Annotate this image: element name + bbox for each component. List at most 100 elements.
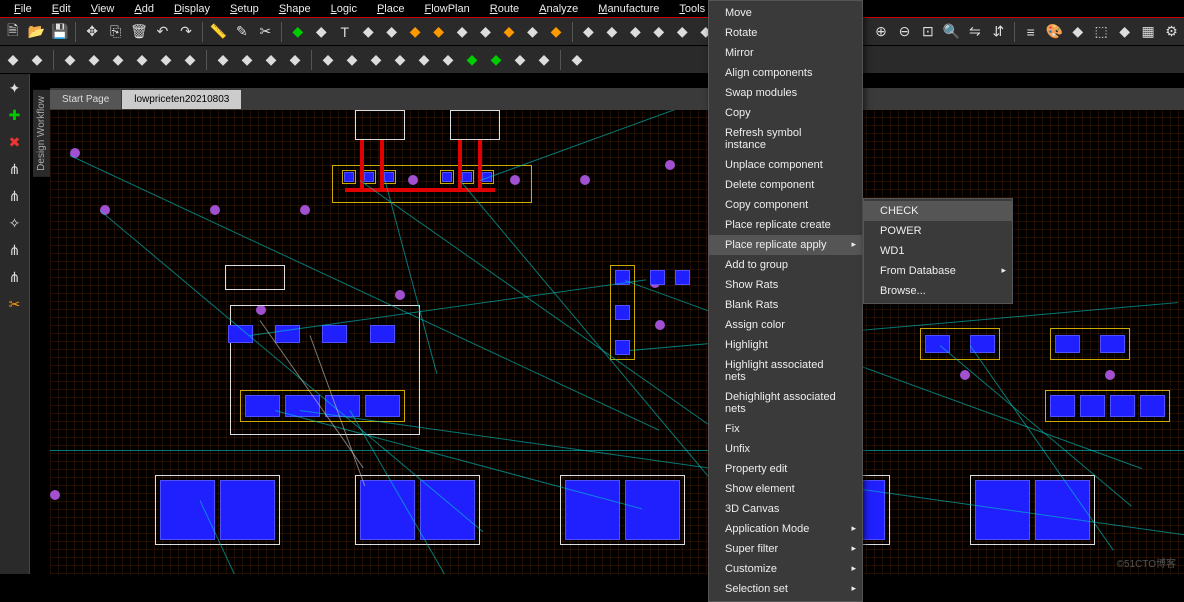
ctx-place-replicate-apply[interactable]: Place replicate apply <box>709 235 862 255</box>
chip-icon[interactable]: ◆ <box>404 21 425 43</box>
3d-icon[interactable]: ⬚ <box>1090 21 1111 43</box>
tab-design[interactable]: lowpriceten20210803 <box>122 90 241 109</box>
menu-setup[interactable]: Setup <box>220 1 269 17</box>
ctx-sub-power[interactable]: POWER <box>864 221 1012 241</box>
redo-icon[interactable]: ↷ <box>175 21 196 43</box>
menu-add[interactable]: Add <box>124 1 164 17</box>
ctx-rotate[interactable]: Rotate <box>709 23 862 43</box>
ctx-customize[interactable]: Customize <box>709 559 862 579</box>
add-via-icon[interactable]: ◆ <box>461 49 483 71</box>
zoom-in-icon[interactable]: ⊕ <box>870 21 891 43</box>
menu-flowplan[interactable]: FlowPlan <box>414 1 479 17</box>
settings-icon[interactable]: ⚙ <box>1161 21 1182 43</box>
flip-h-icon[interactable]: ⇋ <box>964 21 985 43</box>
folder-open-icon[interactable]: 📂 <box>25 21 46 43</box>
bus-icon[interactable]: ◆ <box>648 21 669 43</box>
ctx-sub-wd1[interactable]: WD1 <box>864 241 1012 261</box>
wf-step2-icon[interactable]: ⋔ <box>1 156 29 182</box>
move-icon[interactable]: ✥ <box>81 21 102 43</box>
report-icon[interactable]: ◆ <box>1114 21 1135 43</box>
menu-file[interactable]: File <box>4 1 42 17</box>
w3-icon[interactable]: ◆ <box>437 49 459 71</box>
measure-icon[interactable]: ◆ <box>83 49 105 71</box>
ctx-sub-from-database[interactable]: From Database <box>864 261 1012 281</box>
ctx-show-rats[interactable]: Show Rats <box>709 275 862 295</box>
wf-cross-icon[interactable]: ✖ <box>1 129 29 155</box>
menu-shape[interactable]: Shape <box>269 1 321 17</box>
add-via2-icon[interactable]: ◆ <box>485 49 507 71</box>
ctx-delete-component[interactable]: Delete component <box>709 175 862 195</box>
via-icon[interactable]: ◆ <box>498 21 519 43</box>
conn-icon[interactable]: ◆ <box>26 49 48 71</box>
fanout-icon[interactable]: ◆ <box>601 21 622 43</box>
ctx-property-edit[interactable]: Property edit <box>709 459 862 479</box>
spread-icon[interactable]: ◆ <box>317 49 339 71</box>
chip2-icon[interactable]: ◆ <box>428 21 449 43</box>
cut-icon[interactable]: ✂ <box>255 21 276 43</box>
palette-icon[interactable]: 🎨 <box>1044 21 1065 43</box>
probe-icon[interactable]: ◆ <box>212 49 234 71</box>
gear-icon[interactable]: ◆ <box>545 21 566 43</box>
tie-icon[interactable]: ◆ <box>260 49 282 71</box>
ctx-copy-component[interactable]: Copy component <box>709 195 862 215</box>
swap-icon[interactable]: ◆ <box>284 49 306 71</box>
zoom-out-icon[interactable]: ⊖ <box>894 21 915 43</box>
wf-add-icon[interactable]: ✚ <box>1 102 29 128</box>
ctx-unfix[interactable]: Unfix <box>709 439 862 459</box>
table-icon[interactable]: ◆ <box>155 49 177 71</box>
wf-step5-icon[interactable]: ⋔ <box>1 264 29 290</box>
ruler-icon[interactable]: 📏 <box>208 21 229 43</box>
ctx-copy[interactable]: Copy <box>709 103 862 123</box>
ctx-highlight-associated-nets[interactable]: Highlight associated nets <box>709 355 862 387</box>
ctx-fix[interactable]: Fix <box>709 419 862 439</box>
ctx-add-to-group[interactable]: Add to group <box>709 255 862 275</box>
grid2-icon[interactable]: ◆ <box>179 49 201 71</box>
ctx-show-element[interactable]: Show element <box>709 479 862 499</box>
ctx-refresh-symbol-instance[interactable]: Refresh symbol instance <box>709 123 862 155</box>
netclass-icon[interactable]: ◆ <box>533 49 555 71</box>
ctx-mirror[interactable]: Mirror <box>709 43 862 63</box>
copy-icon[interactable]: ⎘ <box>105 21 126 43</box>
zoom-fit-icon[interactable]: ⊡ <box>917 21 938 43</box>
text-icon[interactable]: T <box>334 21 355 43</box>
wf-step3-icon[interactable]: ⋔ <box>1 183 29 209</box>
tune2-icon[interactable]: ◆ <box>365 49 387 71</box>
seg-icon[interactable]: ◆ <box>311 21 332 43</box>
ctx-sub-check[interactable]: CHECK <box>864 201 1012 221</box>
ctx-3d-canvas[interactable]: 3D Canvas <box>709 499 862 519</box>
line-icon[interactable]: ◆ <box>451 21 472 43</box>
menu-manufacture[interactable]: Manufacture <box>588 1 669 17</box>
ctx-place-replicate-create[interactable]: Place replicate create <box>709 215 862 235</box>
tab-start-page[interactable]: Start Page <box>50 90 121 109</box>
poly-icon[interactable]: ◆ <box>475 21 496 43</box>
menu-route[interactable]: Route <box>480 1 529 17</box>
ctx-highlight[interactable]: Highlight <box>709 335 862 355</box>
file-icon[interactable]: 🗎 <box>2 21 23 43</box>
wf-step4-icon[interactable]: ⋔ <box>1 237 29 263</box>
save-icon[interactable]: 💾 <box>49 21 70 43</box>
ctx-unplace-component[interactable]: Unplace component <box>709 155 862 175</box>
flip-v-icon[interactable]: ⇵ <box>988 21 1009 43</box>
ctx-blank-rats[interactable]: Blank Rats <box>709 295 862 315</box>
w1-icon[interactable]: ◆ <box>389 49 411 71</box>
ctx-dehighlight-associated-nets[interactable]: Dehighlight associated nets <box>709 387 862 419</box>
design-canvas[interactable] <box>50 110 1184 574</box>
menu-place[interactable]: Place <box>367 1 415 17</box>
zoom-window-icon[interactable]: 🔍 <box>941 21 962 43</box>
trash-icon[interactable]: 🗑 <box>128 21 149 43</box>
match-icon[interactable]: ◆ <box>131 49 153 71</box>
cross-icon[interactable]: ◆ <box>357 21 378 43</box>
select-icon[interactable]: ◆ <box>59 49 81 71</box>
wf-misc-icon[interactable]: ✧ <box>1 210 29 236</box>
ctx-assign-color[interactable]: Assign color <box>709 315 862 335</box>
color-icon[interactable]: ◆ <box>1067 21 1088 43</box>
book-icon[interactable]: ◆ <box>341 49 363 71</box>
ctx-swap-modules[interactable]: Swap modules <box>709 83 862 103</box>
rect-select-icon[interactable]: ◆ <box>2 49 24 71</box>
ctx-sub-browse-[interactable]: Browse... <box>864 281 1012 301</box>
pattern-icon[interactable]: ◆ <box>566 49 588 71</box>
ctx-super-filter[interactable]: Super filter <box>709 539 862 559</box>
diff-icon[interactable]: ◆ <box>625 21 646 43</box>
menu-view[interactable]: View <box>81 1 125 17</box>
menu-logic[interactable]: Logic <box>321 1 367 17</box>
